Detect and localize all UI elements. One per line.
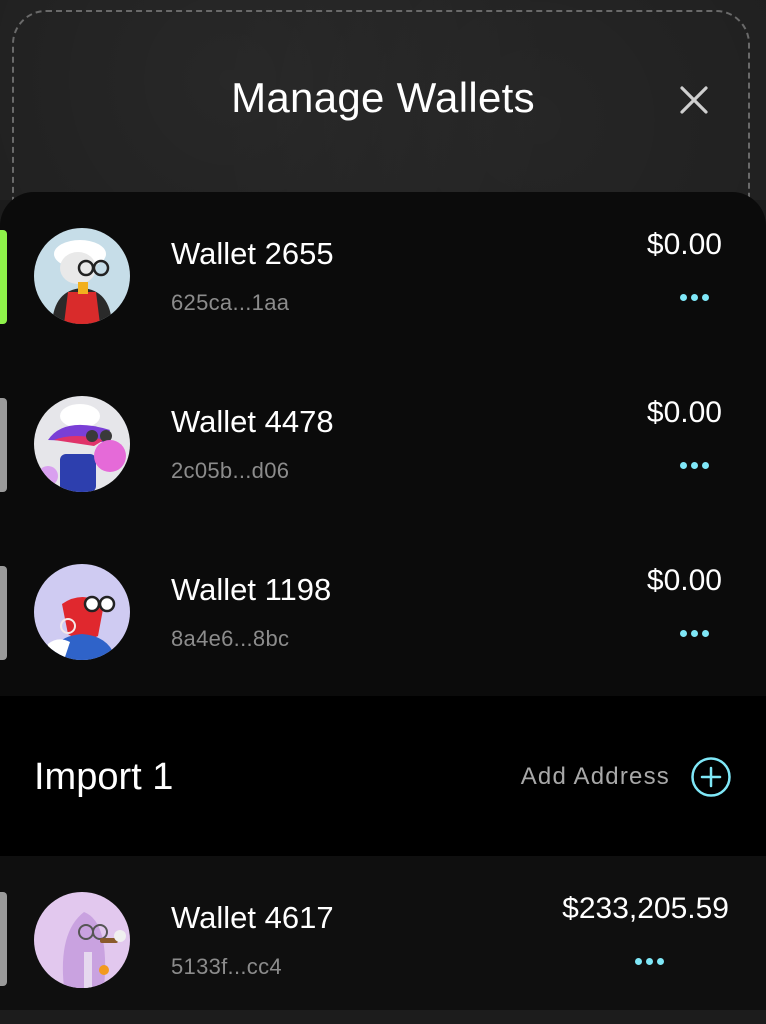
wallet-name: Wallet 2655 [171,236,334,271]
inactive-indicator [0,892,7,986]
more-dot-icon [680,462,687,469]
more-dot-icon [646,958,653,965]
avatar [34,564,130,660]
wallet-address: 2c05b...d06 [171,458,290,483]
more-options-button[interactable] [678,456,718,472]
more-dot-icon [680,630,687,637]
page-title: Manage Wallets [231,74,535,121]
wallet-balance: $0.00 [646,228,722,261]
plus-circle-icon [690,756,732,798]
inactive-indicator [0,398,7,492]
wallet-name: Wallet 1198 [171,572,332,607]
header: Manage Wallets [0,0,766,250]
inactive-indicator [0,566,7,660]
wallet-address: 5133f...cc4 [171,954,282,979]
more-options-button[interactable] [633,952,673,968]
avatar [34,892,130,988]
wallet-row[interactable]: Wallet 4478 2c05b...d06 $0.00 [0,360,766,528]
wallet-balance: $0.00 [646,564,722,597]
more-dot-icon [691,294,698,301]
wallet-address: 8a4e6...8bc [171,626,290,651]
close-button[interactable] [676,82,712,118]
add-address-button[interactable]: Add Address [521,756,732,798]
active-indicator [0,230,7,324]
add-address-label: Add Address [520,763,670,790]
more-options-button[interactable] [678,624,718,640]
more-dot-icon [635,958,642,965]
more-dot-icon [691,462,698,469]
imported-wallet-list: Wallet 4617 5133f...cc4 $233,205.59 [0,856,766,1010]
wallet-balance: $233,205.59 [562,892,729,925]
more-dot-icon [702,294,709,301]
wallet-name: Wallet 4617 [171,900,334,935]
more-dot-icon [657,958,664,965]
avatar [34,228,130,324]
wallet-row[interactable]: Wallet 1198 8a4e6...8bc $0.00 [0,528,766,696]
more-dot-icon [702,462,709,469]
avatar [34,396,130,492]
wallet-name: Wallet 4478 [171,404,334,439]
more-options-button[interactable] [678,288,718,304]
wallet-balance: $0.00 [646,396,722,429]
more-dot-icon [702,630,709,637]
close-icon [680,86,708,114]
more-dot-icon [680,294,687,301]
import-section-header: Import 1 Add Address [0,696,766,856]
section-title: Import 1 [34,756,174,798]
wallet-row[interactable]: Wallet 4617 5133f...cc4 $233,205.59 [0,856,766,1024]
more-dot-icon [691,630,698,637]
wallet-list: Wallet 2655 625ca...1aa $0.00 Wallet 447… [0,192,766,696]
wallet-row[interactable]: Wallet 2655 625ca...1aa $0.00 [0,192,766,360]
wallet-address: 625ca...1aa [171,290,290,315]
